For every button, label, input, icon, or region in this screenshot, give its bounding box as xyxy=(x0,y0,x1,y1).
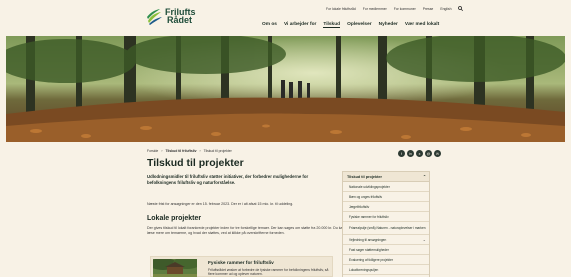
nav-tilskud[interactable]: Tilskud xyxy=(323,22,341,28)
linkedin-icon[interactable]: in xyxy=(407,150,414,157)
x-icon[interactable]: x xyxy=(416,150,423,157)
mail-icon[interactable]: ✉ xyxy=(434,150,441,157)
sidebar-nav: Tilskud til projekter ⌃ Nationale udvikl… xyxy=(342,171,430,277)
utility-link-medlemmer[interactable]: For medlemmer xyxy=(363,7,387,11)
breadcrumb-current: Tilskud til projekter xyxy=(203,149,232,153)
utility-nav: For lokale friluftsråd For medlemmer For… xyxy=(326,6,464,11)
chevron-down-icon: ⌄ xyxy=(422,236,426,242)
section-heading: Lokale projekter xyxy=(147,215,202,222)
utility-link-kommuner[interactable]: For kommuner xyxy=(394,7,416,11)
nav-om-os[interactable]: Om os xyxy=(262,22,277,28)
utility-link-english[interactable]: English xyxy=(440,7,451,11)
project-card[interactable]: Fysiske rammer for friluftsliv Friluftsr… xyxy=(150,256,333,277)
sidebar-item-fysiske-rammer[interactable]: Fysiske rammer for friluftsliv xyxy=(343,212,429,222)
nav-nyheder[interactable]: Nyheder xyxy=(379,22,398,28)
deadline-notice: Næste frist for ansøgninger er den 15. f… xyxy=(147,202,294,206)
page-title: Tilskud til projekter xyxy=(147,157,244,169)
share-icons: f in x @ ✉ xyxy=(398,150,441,157)
card-description: Friluftsrådet ønsker at forbedre de fysi… xyxy=(208,268,329,277)
sidebar-item-lokalforening[interactable]: Lokalforeningspuljen xyxy=(343,265,429,275)
chevron-up-icon: ⌃ xyxy=(422,175,426,179)
breadcrumb-tilskud[interactable]: Tilskud til friluftsliv xyxy=(165,149,196,153)
logo-icon xyxy=(147,9,162,25)
email-icon[interactable]: @ xyxy=(425,150,432,157)
hero-image xyxy=(6,36,565,142)
logo[interactable]: Frilufts Rådet xyxy=(146,7,196,25)
utility-link-lokale[interactable]: For lokale friluftsråd xyxy=(326,7,356,11)
section-body: Der gives tilskud til lokalt forankrede … xyxy=(147,226,345,235)
card-title[interactable]: Fysiske rammer for friluftsliv xyxy=(208,261,274,266)
sidebar-item-nationale[interactable]: Nationale udviklingsprojekter xyxy=(343,182,429,192)
sidebar-item-jaegel[interactable]: Jægelfriluftsliv xyxy=(343,202,429,212)
main-nav: Om os Vi arbejder for Tilskud Oplevelser… xyxy=(262,22,439,28)
sidebar-item-friarealpulje[interactable]: Friarealpulje (små) Naturen - naturoplev… xyxy=(343,222,429,235)
search-icon[interactable] xyxy=(458,6,464,11)
lead-text: Udlodningsmidler til friluftsliv støtter… xyxy=(147,174,309,185)
sidebar-item-vejledning[interactable]: Vejledning til ansøgningen ⌄ xyxy=(343,235,429,245)
sidebar-heading[interactable]: Tilskud til projekter ⌃ xyxy=(343,172,429,182)
breadcrumb-home[interactable]: Forside xyxy=(147,149,158,153)
card-image xyxy=(153,259,197,277)
sidebar-item-evaluering[interactable]: Evaluering af tidligere projekter xyxy=(343,255,429,265)
facebook-icon[interactable]: f xyxy=(398,150,405,157)
utility-link-presse[interactable]: Presse xyxy=(423,7,434,11)
page: Frilufts Rådet For lokale friluftsråd Fo… xyxy=(0,0,571,277)
logo-line2: Rådet xyxy=(167,15,193,25)
nav-vaer-med-lokalt[interactable]: Vær med lokalt xyxy=(405,22,439,28)
header: Frilufts Rådet For lokale friluftsråd Fo… xyxy=(0,0,571,36)
sidebar-item-boern-unge[interactable]: Bæn og unges friluftsliv xyxy=(343,192,429,202)
nav-oplevelser[interactable]: Oplevelser xyxy=(347,22,372,28)
sidebar-item-fast-soeger[interactable]: Fast søger støttemuligheder xyxy=(343,245,429,255)
breadcrumb: Forside › Tilskud til friluftsliv › Tils… xyxy=(147,149,232,153)
nav-vi-arbejder-for[interactable]: Vi arbejder for xyxy=(284,22,316,28)
